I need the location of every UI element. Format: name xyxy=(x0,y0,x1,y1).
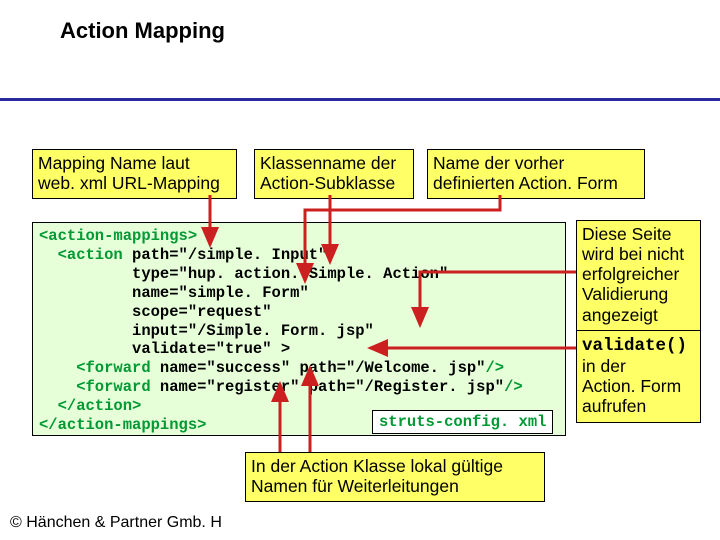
file-label: struts-config. xml xyxy=(372,410,553,434)
footer: © Hänchen & Partner Gmb. H xyxy=(10,514,222,532)
slide-title: Action Mapping xyxy=(60,18,225,44)
label-forward-names: In der Action Klasse lokal gültigeNamen … xyxy=(245,452,545,502)
label-klassenname: Klassenname derAction-Subklasse xyxy=(254,149,414,199)
code-block: <action-mappings> <action path="/simple.… xyxy=(32,222,566,436)
label-mapping-name: Mapping Name lautweb. xml URL-Mapping xyxy=(32,149,237,199)
divider xyxy=(0,98,720,101)
label-actionform-name: Name der vorherdefinierten Action. Form xyxy=(427,149,645,199)
label-validate: validate()in derAction. Formaufrufen xyxy=(576,330,701,423)
label-input-page: Diese Seitewird bei nichterfolgreicherVa… xyxy=(576,220,701,331)
